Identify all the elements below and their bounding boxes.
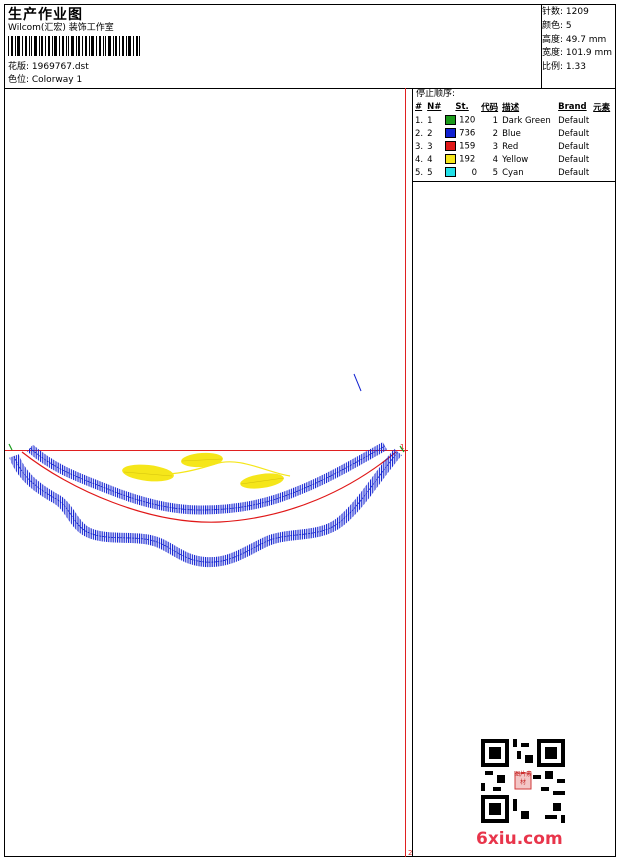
guide-marker-bottom: 2 <box>408 849 413 857</box>
row-brand: Default <box>558 115 590 126</box>
row-description: Blue <box>502 128 521 139</box>
stitch-count-cell: 159 <box>459 141 476 152</box>
row-element <box>591 127 612 140</box>
row-index: 2. <box>415 128 424 139</box>
col-header-stitches: St. <box>455 102 469 112</box>
stitch-count-cell: 736 <box>459 128 476 139</box>
barcode <box>8 36 140 56</box>
row-needle: 5 <box>427 167 433 178</box>
row-code: 5 <box>492 167 499 178</box>
row-stitches: 0 <box>443 166 479 179</box>
row-description: Yellow <box>502 154 529 165</box>
stop-sequence-title: 停止顺序: <box>416 89 456 99</box>
row-brand: Default <box>558 167 590 178</box>
row-needle: 3 <box>427 141 433 152</box>
col-header-description: 描述 <box>502 103 520 113</box>
color-swatch <box>445 115 457 126</box>
row-code: 1 <box>492 115 499 126</box>
green-start-mark <box>8 443 13 451</box>
stitch-count-cell: 120 <box>459 115 476 126</box>
company-name: Wilcom(汇宏) 装饰工作室 <box>8 23 114 33</box>
row-needle: 4 <box>427 154 433 165</box>
color-swatch <box>445 167 457 178</box>
color-swatch <box>445 154 457 165</box>
row-brand: Default <box>558 154 590 165</box>
col-header-element: 元素 <box>593 103 611 113</box>
row-brand: Default <box>558 141 590 152</box>
site-watermark: 6xiu.com <box>476 829 563 849</box>
row-index: 1. <box>415 115 424 126</box>
design-file: 花版: 1969767.dst <box>8 62 89 72</box>
row-element <box>591 166 612 179</box>
table-row: 1. 1 120 1 Dark Green Default <box>413 114 612 127</box>
green-end-mark <box>399 445 405 453</box>
row-brand: Default <box>558 128 590 139</box>
color-swatch <box>445 141 457 152</box>
row-element <box>591 153 612 166</box>
row-description: Cyan <box>502 167 524 178</box>
table-row: 3. 3 159 3 Red Default <box>413 140 612 153</box>
scale-ratio: 比例: 1.33 <box>542 62 586 73</box>
panel-divider <box>412 88 413 857</box>
stitch-count: 针数: 1209 <box>542 7 589 17</box>
col-header-brand: Brand <box>558 102 587 112</box>
stitch-count-cell: 192 <box>459 154 476 165</box>
qr-stamp-text: 图片素材 <box>513 771 532 786</box>
col-header-code: 代码 <box>481 103 499 113</box>
stray-stitch <box>353 373 362 392</box>
table-row: 5. 5 0 5 Cyan Default <box>413 166 612 179</box>
colorway: 色位: Colorway 1 <box>8 75 83 85</box>
stops-bottom-divider <box>412 181 616 182</box>
row-code: 4 <box>492 154 499 165</box>
design-width: 宽度: 101.9 mm <box>542 48 613 59</box>
page-title: 生产作业图 <box>8 7 83 23</box>
row-code: 2 <box>492 128 499 139</box>
stats-panel: 针数: 1209 颜色: 5 高度: 49.7 mm 宽度: 101.9 mm … <box>542 6 618 75</box>
row-index: 4. <box>415 154 424 165</box>
row-stitches: 159 <box>443 140 479 153</box>
row-description: Red <box>502 141 519 152</box>
col-header-index: # <box>415 102 423 112</box>
row-description: Dark Green <box>502 115 551 126</box>
color-count: 颜色: 5 <box>542 20 572 31</box>
col-header-needle: N# <box>427 102 442 112</box>
row-needle: 1 <box>427 115 433 126</box>
color-swatch <box>445 128 457 139</box>
row-element <box>591 140 612 153</box>
embroidery-design <box>8 373 405 568</box>
row-index: 5. <box>415 167 424 178</box>
stop-sequence-table: # N# St. 代码 描述 Brand 元素 1. 1 120 1 Dark … <box>413 100 612 179</box>
row-stitches: 192 <box>443 153 479 166</box>
row-needle: 2 <box>427 128 433 139</box>
row-code: 3 <box>492 141 499 152</box>
yellow-leaf <box>122 464 174 482</box>
row-stitches: 736 <box>443 127 479 140</box>
table-row: 4. 4 192 4 Yellow Default <box>413 153 612 166</box>
row-index: 3. <box>415 141 424 152</box>
design-height: 高度: 49.7 mm <box>542 34 607 45</box>
table-row: 2. 2 736 2 Blue Default <box>413 127 612 140</box>
table-header-row: # N# St. 代码 描述 Brand 元素 <box>413 100 612 114</box>
row-stitches: 120 <box>443 114 479 127</box>
row-element <box>591 114 612 127</box>
stitch-count-cell: 0 <box>471 167 478 178</box>
header-divider <box>4 88 616 89</box>
